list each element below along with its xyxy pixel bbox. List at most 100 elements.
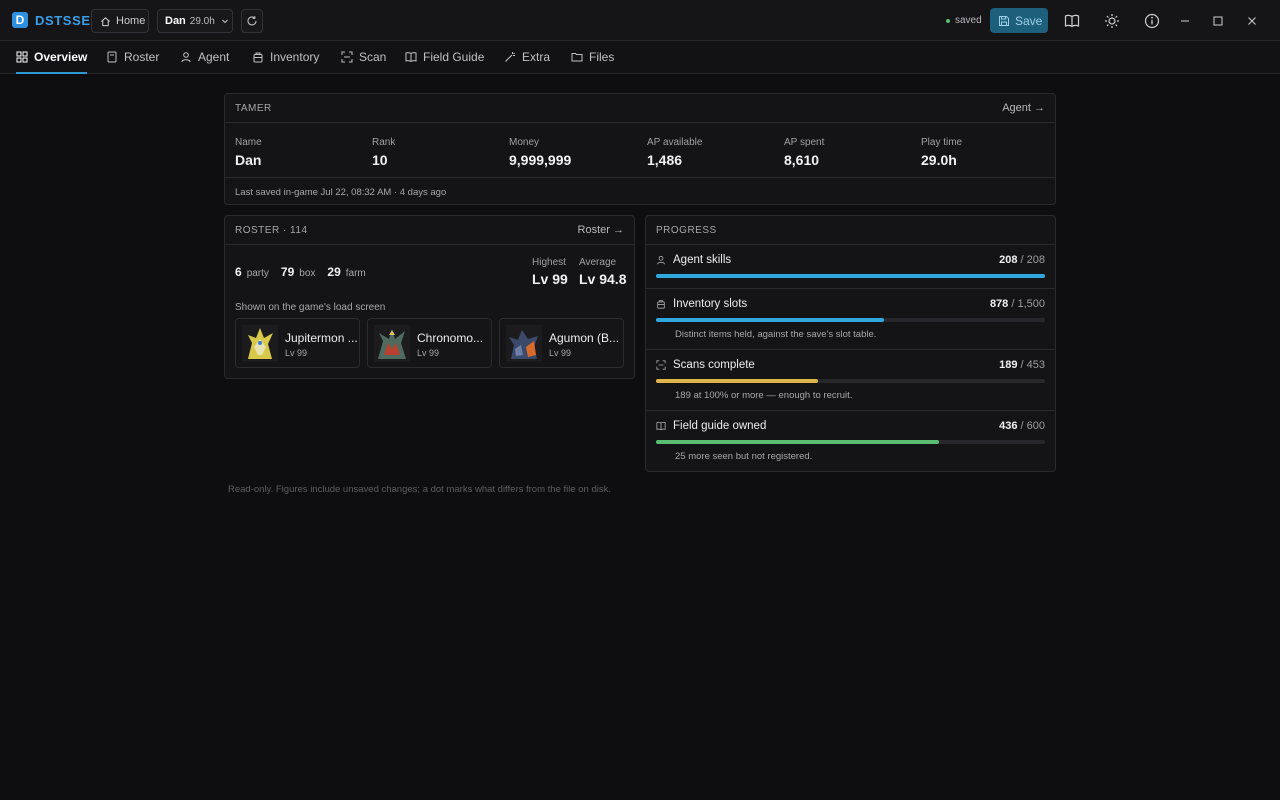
tab-agent[interactable]: Agent xyxy=(180,41,229,73)
digimon-level: Lv 99 xyxy=(285,348,308,358)
roster-title: ROSTER · 114 xyxy=(235,225,308,236)
cards-icon xyxy=(106,51,118,63)
stat-value: 10 xyxy=(372,152,388,168)
profile-name: Dan xyxy=(165,15,186,27)
digimon-portrait xyxy=(242,325,278,362)
progress-title: PROGRESS xyxy=(656,225,717,236)
person-icon xyxy=(180,51,192,63)
close-icon[interactable] xyxy=(1243,12,1261,30)
average-value: Lv 94.8 xyxy=(579,271,627,287)
home-button[interactable]: Home xyxy=(91,9,149,33)
progress-track xyxy=(656,379,1045,383)
tab-overview[interactable]: Overview xyxy=(16,41,88,74)
highest-level: Highest Lv 99 xyxy=(532,257,568,287)
stat-ap-spent: AP spent 8,610 xyxy=(784,137,824,168)
progress-total: / 1,500 xyxy=(1011,298,1045,310)
scan-icon xyxy=(341,51,353,63)
progress-value: 436 / 600 xyxy=(999,420,1045,432)
stat-value: 29.0h xyxy=(921,152,957,168)
agent-link[interactable]: Agent → xyxy=(1002,102,1045,114)
roster-link[interactable]: Roster → xyxy=(578,224,624,236)
tab-label: Files xyxy=(589,50,615,64)
box-count: 79 xyxy=(280,265,295,279)
stat-label: Name xyxy=(235,137,262,148)
book-icon xyxy=(405,51,417,63)
app-logo: D xyxy=(12,12,28,28)
progress-label: Field guide owned xyxy=(673,420,767,432)
progress-note: 25 more seen but not registered. xyxy=(675,451,813,462)
featured-digimon-card[interactable]: Agumon (B... Lv 99 xyxy=(499,318,624,368)
stat-rank: Rank 10 xyxy=(372,137,395,168)
stat-play-time: Play time 29.0h xyxy=(921,137,962,168)
minimize-icon[interactable] xyxy=(1176,12,1194,30)
progress-label: Inventory slots xyxy=(673,298,748,310)
stat-value: 1,486 xyxy=(647,152,683,168)
bag-icon xyxy=(656,299,666,309)
tab-scan[interactable]: Scan xyxy=(341,41,386,73)
card-header: ROSTER · 114 Roster → xyxy=(225,216,634,245)
guide-book-icon[interactable] xyxy=(1063,12,1081,30)
save-status-label: saved xyxy=(955,15,982,26)
maximize-icon[interactable] xyxy=(1209,12,1227,30)
folder-icon xyxy=(571,51,583,63)
tab-label: Extra xyxy=(522,50,551,64)
grid-icon xyxy=(16,51,28,63)
tab-extra[interactable]: Extra xyxy=(504,41,550,73)
progress-current: 189 xyxy=(999,359,1018,371)
progress-total: / 208 xyxy=(1020,254,1045,266)
tamer-card: TAMER Agent → Name Dan Rank 10 Money 9,9… xyxy=(224,93,1056,205)
stat-label: Rank xyxy=(372,137,396,148)
highest-value: Lv 99 xyxy=(532,271,568,287)
tab-roster[interactable]: Roster xyxy=(106,41,159,73)
person-icon xyxy=(656,255,666,265)
stat-label: AP spent xyxy=(784,137,825,148)
progress-label: Agent skills xyxy=(673,254,732,266)
card-header: PROGRESS xyxy=(646,216,1055,245)
progress-agent-skills: Agent skills 208 / 208 xyxy=(646,245,1055,289)
tab-inventory[interactable]: Inventory xyxy=(252,41,319,73)
progress-current: 208 xyxy=(999,254,1018,266)
stat-name: Name Dan xyxy=(235,137,262,168)
info-icon[interactable] xyxy=(1143,12,1161,30)
progress-current: 436 xyxy=(999,420,1018,432)
progress-card: PROGRESS Agent skills 208 / 208 Inventor… xyxy=(645,215,1056,472)
stat-ap-available: AP available 1,486 xyxy=(647,137,702,168)
refresh-button[interactable] xyxy=(241,9,263,33)
tab-label: Overview xyxy=(34,50,88,64)
tab-files[interactable]: Files xyxy=(571,41,614,73)
progress-inventory-slots: Inventory slots 878 / 1,500 Distinct ite… xyxy=(646,289,1055,350)
tamer-title: TAMER xyxy=(235,103,272,114)
progress-value: 208 / 208 xyxy=(999,254,1045,266)
party-label: party xyxy=(246,268,269,279)
refresh-icon xyxy=(246,15,258,27)
save-button[interactable]: Save xyxy=(990,8,1048,33)
status-dot xyxy=(946,18,950,23)
digimon-level: Lv 99 xyxy=(549,348,572,358)
digimon-name: Jupitermon ... xyxy=(285,331,358,345)
roster-card: ROSTER · 114 Roster → 6 party 79 box 29 … xyxy=(224,215,635,379)
book-icon xyxy=(656,421,666,431)
tab-label: Agent xyxy=(198,50,230,64)
highest-label: Highest xyxy=(532,257,566,268)
tab-label: Inventory xyxy=(270,50,320,64)
digimon-portrait xyxy=(374,325,410,362)
theme-sun-icon[interactable] xyxy=(1103,12,1121,30)
tab-label: Field Guide xyxy=(423,50,485,64)
featured-digimon-card[interactable]: Chronomo... Lv 99 xyxy=(367,318,492,368)
digimon-portrait xyxy=(506,325,542,362)
profile-selector[interactable]: Dan 29.0h xyxy=(157,9,233,33)
stat-value: Dan xyxy=(235,152,262,168)
tab-label: Roster xyxy=(124,50,160,64)
tab-field-guide[interactable]: Field Guide xyxy=(405,41,484,73)
roster-counts: 6 party 79 box 29 farm xyxy=(235,265,378,279)
progress-label: Scans complete xyxy=(673,359,755,371)
chevron-down-icon xyxy=(221,17,229,25)
digimon-level: Lv 99 xyxy=(417,348,440,358)
digimon-name: Chronomo... xyxy=(417,331,484,345)
read-only-footnote: Read-only. Figures include unsaved chang… xyxy=(228,484,612,495)
average-label: Average xyxy=(579,257,617,268)
digimon-name: Agumon (B... xyxy=(549,331,620,345)
progress-scans-complete: Scans complete 189 / 453 189 at 100% or … xyxy=(646,350,1055,411)
featured-digimon-card[interactable]: Jupitermon ... Lv 99 xyxy=(235,318,360,368)
farm-label: farm xyxy=(345,268,366,279)
